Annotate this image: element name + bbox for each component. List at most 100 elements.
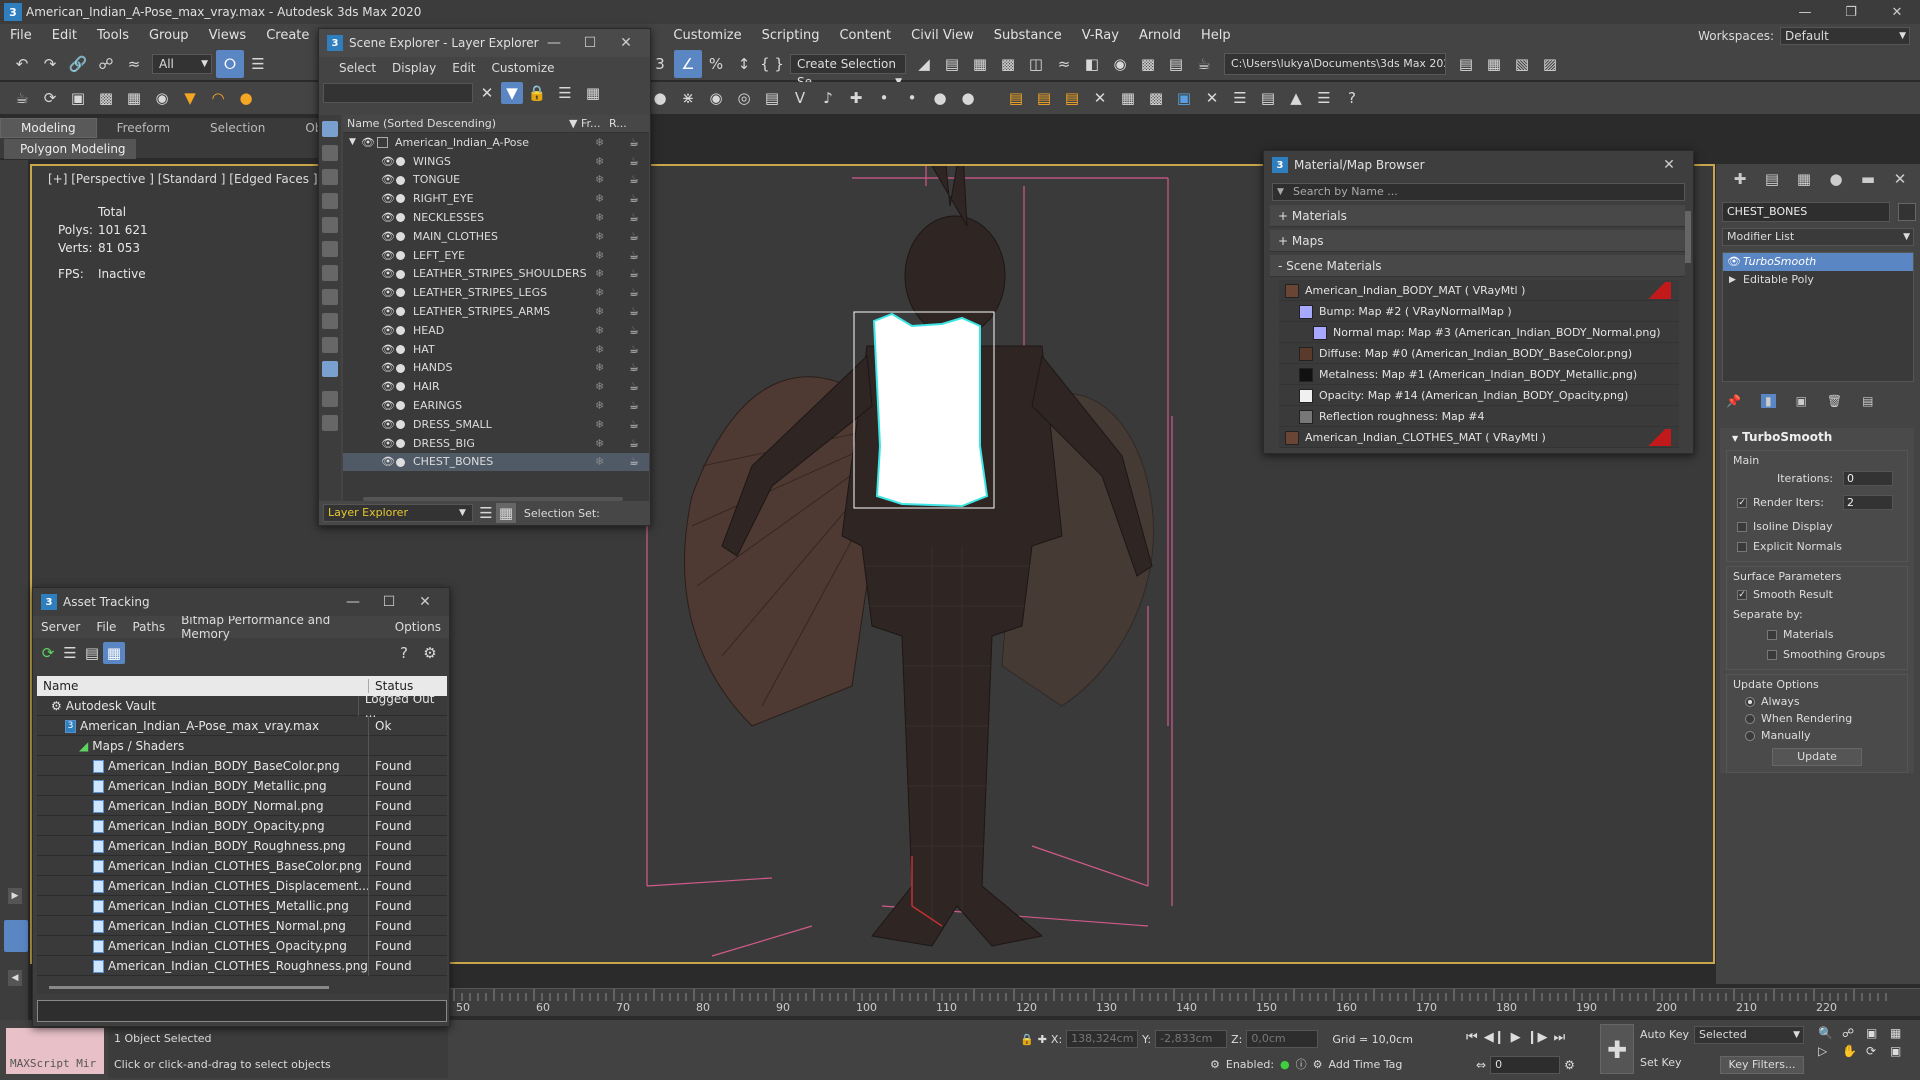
eye-icon[interactable]: 👁 (381, 380, 395, 393)
add-time-tag[interactable]: Add Time Tag (1329, 1058, 1403, 1071)
freeze-icon[interactable]: ❄ (595, 230, 604, 243)
table-view-icon[interactable]: ▦ (103, 642, 125, 664)
zoom-extents-all-icon[interactable]: ▦ (1890, 1026, 1914, 1040)
se-col-render[interactable]: R... (609, 117, 627, 130)
material-browser-title-bar[interactable]: 3 Material/Map Browser ✕ (1264, 151, 1693, 179)
close-icon[interactable]: ✕ (1874, 0, 1920, 24)
toggle-layer-explorer-icon[interactable]: ▩ (994, 50, 1022, 78)
asset-row[interactable]: American_Indian_BODY_BaseColor.png Found (37, 755, 447, 776)
filter-lights-icon[interactable] (322, 169, 338, 185)
lock-icon[interactable]: 🔒 (523, 79, 551, 107)
at-col-name[interactable]: Name (37, 679, 369, 693)
settings-icon[interactable]: ⚙ (419, 642, 441, 664)
layers-icon[interactable]: ☰ (476, 503, 496, 523)
show-end-result-icon[interactable]: ▮ (1760, 394, 1776, 408)
render-teapot-icon[interactable]: ☕ (629, 343, 639, 356)
render-teapot-icon[interactable]: ☕ (629, 249, 639, 262)
minimize-icon[interactable]: — (1782, 0, 1828, 24)
previous-frame-icon[interactable]: ◀❙ (1484, 1030, 1505, 1045)
layer-row[interactable]: 👁 WINGS ❄ ☕ (343, 152, 649, 171)
menu-edit[interactable]: Edit (42, 24, 87, 48)
spheres-icon[interactable]: ⋇ (674, 84, 702, 112)
key-selection-dropdown[interactable]: Selected ▼ (1694, 1026, 1804, 1044)
layer-row[interactable]: 👁 TONGUE ❄ ☕ (343, 171, 649, 190)
materials-checkbox[interactable] (1767, 630, 1777, 640)
menu-scripting[interactable]: Scripting (752, 24, 830, 48)
filter-bones-icon[interactable] (322, 313, 338, 329)
freeze-icon[interactable]: ❄ (595, 267, 604, 280)
go-to-start-icon[interactable]: ⏮ (1466, 1030, 1478, 1045)
freeze-icon[interactable]: ❄ (595, 136, 604, 149)
layer-dot-icon[interactable] (396, 288, 405, 298)
shader-balls-icon[interactable]: ◎ (730, 84, 758, 112)
info-icon[interactable]: ⓘ (1296, 1056, 1307, 1072)
freeze-icon[interactable]: ❄ (595, 286, 604, 299)
workspace-select[interactable]: Default ▼ (1780, 27, 1910, 45)
timeline[interactable]: 50 60 70 80 90 100 110 120 130 140 150 160 170 180 190… (368, 988, 1920, 1016)
fur-icon[interactable]: ♪ (814, 84, 842, 112)
close-icon[interactable]: ✕ (608, 35, 644, 51)
layer-row[interactable]: 👁 HAT ❄ ☕ (343, 340, 649, 359)
bind-spacewarp-icon[interactable]: ≈ (120, 50, 148, 78)
render-teapot-icon[interactable]: ☕ (629, 136, 639, 149)
y-coordinate-field[interactable]: -2,833cm (1155, 1030, 1228, 1048)
eye-icon[interactable]: 👁 (381, 230, 395, 243)
render-teapot-icon[interactable]: ☕ (629, 192, 639, 205)
hierarchy-icon[interactable]: ☰ (551, 79, 579, 107)
remove-modifier-icon[interactable]: 🗑 (1827, 394, 1842, 408)
layer-row[interactable]: 👁 LEATHER_STRIPES_SHOULDERS ❄ ☕ (343, 265, 649, 284)
filter-none-icon[interactable] (322, 415, 338, 431)
at-menu-options[interactable]: Options (387, 620, 449, 634)
filter-xrefs-icon[interactable] (322, 289, 338, 305)
layer-dot-icon[interactable] (396, 194, 405, 204)
sphere-icon[interactable]: ● (232, 84, 260, 112)
key-filters-button[interactable]: Key Filters... (1720, 1056, 1804, 1074)
eye-icon[interactable]: 👁 (381, 437, 395, 450)
scene-materials-section[interactable]: - Scene Materials (1270, 255, 1685, 277)
layer-dot-icon[interactable] (396, 363, 405, 373)
material-entry[interactable]: American_Indian_BODY_MAT ( VRayMtl ) (1279, 280, 1679, 301)
camera-icon[interactable]: ◉ (148, 84, 176, 112)
freeze-icon[interactable]: ❄ (595, 173, 604, 186)
time-tag-icon[interactable]: ⚙ (1313, 1058, 1323, 1071)
freeze-icon[interactable]: ❄ (595, 192, 604, 205)
render-iters-spinner[interactable]: 2 (1843, 495, 1893, 510)
enabled-dot-icon[interactable]: ● (1280, 1058, 1290, 1071)
field-of-view-icon[interactable]: ▷ (1818, 1044, 1842, 1058)
eye-icon[interactable]: 👁 (381, 249, 395, 262)
layer-dot-icon[interactable] (396, 213, 405, 223)
always-radio[interactable] (1745, 697, 1755, 707)
eye-icon[interactable]: 👁 (381, 361, 395, 374)
material-entry[interactable]: Metalness: Map #1 (American_Indian_BODY_… (1279, 364, 1679, 385)
project-browse-icon[interactable]: ▨ (1536, 50, 1564, 78)
eye-icon[interactable]: 👁 (381, 211, 395, 224)
asset-row[interactable]: ⚙ Autodesk Vault Logged Out ... (37, 692, 447, 720)
freeze-icon[interactable]: ❄ (595, 249, 604, 262)
at-horizontal-scrollbar[interactable] (49, 986, 329, 989)
table-icon[interactable]: ▩ (1142, 84, 1170, 112)
teapot-icon[interactable]: ☕ (8, 84, 36, 112)
layer-dot-icon[interactable] (396, 325, 405, 335)
play-icon[interactable]: ▶ (1511, 1030, 1521, 1045)
rendered-frame-icon[interactable]: ▤ (1162, 50, 1190, 78)
menu-create[interactable]: Create (256, 24, 319, 48)
material-search-input[interactable]: ▼ Search by Name ... (1272, 183, 1685, 201)
go-to-end-icon[interactable]: ⏭ (1553, 1030, 1565, 1045)
asset-row[interactable]: American_Indian_BODY_Opacity.png Found (37, 815, 447, 836)
se-col-frozen[interactable]: ▼ Fr... (569, 117, 609, 130)
smooth-result-checkbox[interactable]: ✓ (1737, 590, 1747, 600)
render-teapot-icon[interactable]: ☕ (629, 418, 639, 431)
x-coordinate-field[interactable]: 138,324cm (1066, 1030, 1139, 1048)
layer-dot-icon[interactable] (396, 175, 405, 185)
menu-views[interactable]: Views (199, 24, 257, 48)
selection-lock-icon[interactable]: 🔒 (1020, 1033, 1034, 1046)
select-object-icon[interactable]: ⭘ (216, 50, 244, 78)
at-menu-file[interactable]: File (88, 620, 124, 634)
layer-row[interactable]: 👁 HAIR ❄ ☕ (343, 377, 649, 396)
percent-snap-icon[interactable]: % (702, 50, 730, 78)
absolute-mode-icon[interactable]: ✚ (1038, 1033, 1047, 1046)
eye-icon[interactable]: 👁 (381, 192, 395, 205)
render-teapot-icon[interactable]: ☕ (629, 267, 639, 280)
material-browser-scrollbar[interactable] (1685, 211, 1691, 263)
eye-icon[interactable]: 👁 (381, 267, 395, 280)
